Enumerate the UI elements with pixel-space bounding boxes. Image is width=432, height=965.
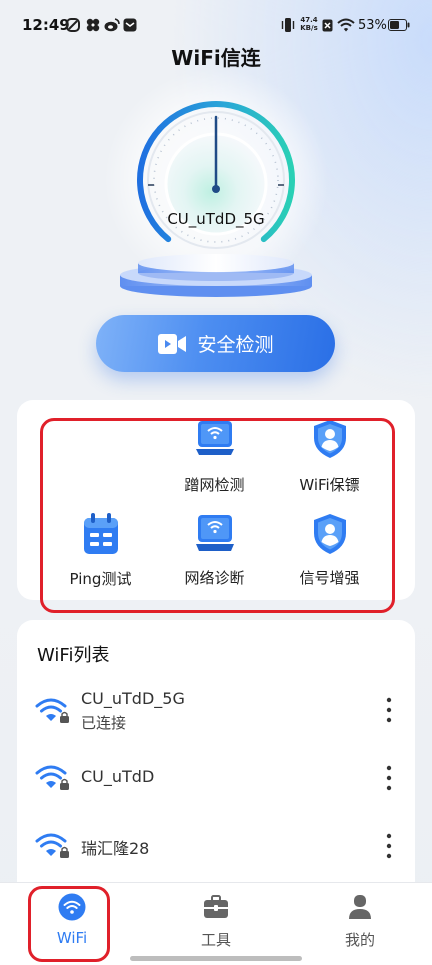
tool-label: 蹭网检测 (184, 476, 245, 494)
security-scan-label: 安全检测 (197, 334, 274, 356)
tool-freeload-check[interactable]: 蹭网检测 (157, 420, 272, 495)
vibrate-icon (281, 18, 295, 32)
video-camera-icon (158, 333, 187, 354)
wifi-network-row[interactable]: 瑞汇隆28 (17, 819, 415, 875)
laptop-wifi-icon (195, 421, 234, 455)
tool-label: 信号增强 (299, 569, 360, 587)
tool-ping-test[interactable]: Ping测试 (43, 512, 158, 589)
app-icon (66, 18, 80, 32)
tool-network-diagnosis[interactable]: 网络诊断 (157, 514, 272, 588)
tool-signal-boost[interactable]: 信号增强 (272, 512, 387, 588)
wifi-icon (58, 893, 86, 921)
calendar-icon (83, 513, 118, 554)
tool-label: WiFi保镖 (299, 476, 360, 494)
wifi-network-row[interactable]: CU_uTdD (17, 752, 415, 808)
wifi-locked-icon (35, 765, 69, 790)
net-speed-value: 47.4 (300, 16, 318, 24)
wifi-list-title: WiFi列表 (37, 645, 110, 666)
security-scan-button[interactable]: 安全检测 (96, 315, 335, 372)
more-options-icon[interactable] (379, 696, 399, 724)
nav-label: 工具 (200, 931, 231, 949)
wifi-signal-icon (337, 18, 355, 32)
shield-person-icon (313, 420, 346, 458)
net-speed: 47.4 KB/s (298, 16, 320, 32)
wifi-status: 已连接 (81, 714, 127, 732)
wifi-network-row[interactable]: CU_uTdD_5G 已连接 (17, 686, 415, 742)
weibo-icon (104, 18, 120, 32)
clover-icon (86, 18, 100, 32)
message-icon (123, 18, 137, 32)
battery-icon (388, 19, 410, 31)
no-sim-icon (322, 19, 333, 32)
laptop-wifi-icon (195, 515, 234, 551)
more-options-icon[interactable] (379, 832, 399, 860)
home-indicator[interactable] (130, 956, 302, 961)
gauge-pedestal (120, 254, 312, 297)
toolbox-icon (204, 895, 228, 918)
gauge-needle-pivot (212, 185, 220, 193)
nav-label: WiFi (56, 929, 88, 947)
more-options-icon[interactable] (379, 764, 399, 792)
shield-person-icon (313, 514, 346, 554)
person-icon (349, 895, 371, 919)
wifi-locked-icon (35, 698, 69, 723)
nav-tab-tools[interactable]: 工具 (166, 893, 266, 959)
tool-label: 网络诊断 (184, 569, 245, 587)
wifi-locked-icon (35, 833, 69, 858)
net-speed-unit: KB/s (300, 24, 318, 32)
gauge-ssid: CU_uTdD_5G (167, 210, 265, 228)
wifi-ssid: 瑞汇隆28 (81, 839, 150, 858)
tool-wifi-guard[interactable]: WiFi保镖 (272, 418, 387, 495)
nav-tab-mine[interactable]: 我的 (310, 893, 410, 959)
nav-tab-wifi[interactable]: WiFi (22, 893, 122, 959)
battery-percent: 53% (358, 18, 387, 33)
bottom-nav: WiFi 工具 我的 (0, 882, 432, 965)
status-time: 12:49 (22, 16, 70, 34)
nav-label: 我的 (344, 931, 375, 949)
wifi-ssid: CU_uTdD_5G (81, 689, 185, 708)
tool-label: Ping测试 (69, 570, 132, 588)
speed-gauge (104, 68, 328, 297)
wifi-ssid: CU_uTdD (81, 767, 155, 786)
